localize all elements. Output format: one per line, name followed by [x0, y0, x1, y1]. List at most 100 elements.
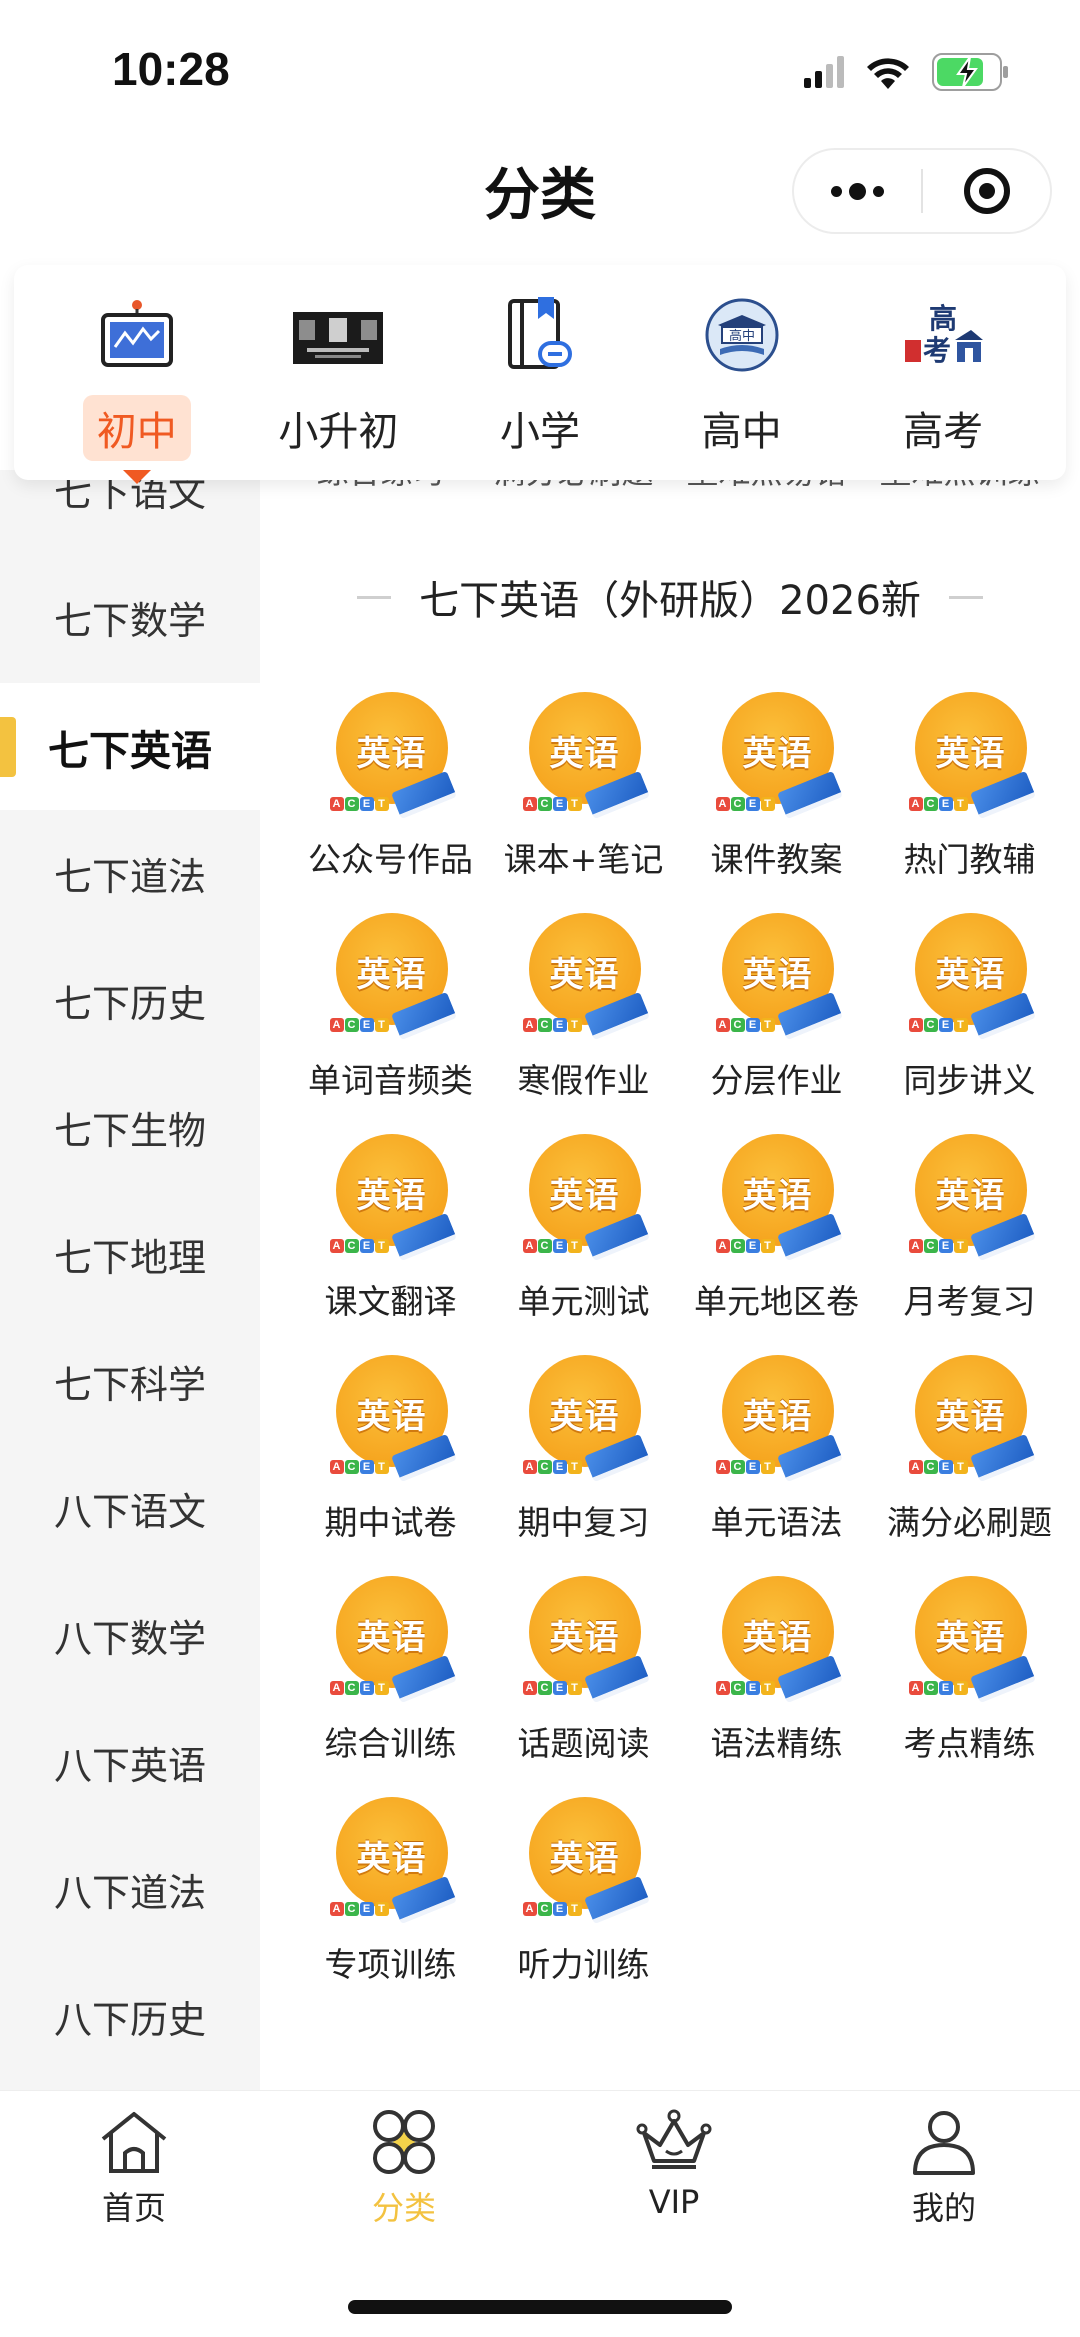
- user-icon: [913, 2111, 975, 2175]
- category-item-label: 公众号作品: [308, 840, 473, 879]
- category-item[interactable]: 英语 A C E T 热门教辅: [873, 690, 1066, 881]
- icon-word: 英语: [935, 1397, 1006, 1437]
- banner-image-icon: [290, 291, 386, 379]
- home-icon: [101, 2112, 167, 2173]
- category-item[interactable]: 英语 A C E T 课文翻译: [294, 1132, 487, 1323]
- english-book-icon: 英语 A C E T: [712, 690, 843, 820]
- sidebar-item-active[interactable]: 七下英语: [0, 683, 260, 810]
- more-button[interactable]: [794, 150, 921, 232]
- english-book-icon: 英语 A C E T: [519, 911, 650, 1041]
- signal-icon: [804, 56, 844, 88]
- icon-word: 英语: [935, 955, 1006, 995]
- category-item-label: 单词音频类: [308, 1061, 473, 1100]
- icon-word: 英语: [549, 734, 620, 774]
- battery-charging-icon: [932, 53, 1008, 91]
- icon-word: 英语: [935, 1176, 1006, 1216]
- tab-mine[interactable]: 我的: [844, 2109, 1044, 2229]
- svg-text:高: 高: [929, 302, 957, 335]
- category-item[interactable]: 英语 A C E T 分层作业: [680, 911, 873, 1102]
- sidebar-item[interactable]: 七下地理: [0, 1191, 260, 1318]
- sidebar-item[interactable]: 八下道法: [0, 1826, 260, 1953]
- tab-vip[interactable]: VIP: [574, 2109, 774, 2221]
- section-title-text: 七下英语（外研版）2026新: [419, 578, 921, 624]
- english-book-icon: 英语 A C E T: [519, 690, 650, 820]
- category-item[interactable]: 英语 A C E T 考点精练: [873, 1574, 1066, 1765]
- level-label: 高中: [701, 409, 782, 455]
- category-icon: [373, 2110, 435, 2174]
- category-item[interactable]: 英语 A C E T 单元地区卷: [680, 1132, 873, 1323]
- sidebar-item[interactable]: 七下生物: [0, 1064, 260, 1191]
- level-label: 小升初: [278, 409, 399, 455]
- home-indicator: [348, 2300, 732, 2314]
- category-item[interactable]: 英语 A C E T 满分必刷题: [873, 1353, 1066, 1544]
- category-item[interactable]: 英语 A C E T 公众号作品: [294, 690, 487, 881]
- english-book-icon: 英语 A C E T: [712, 911, 843, 1041]
- category-item[interactable]: 英语 A C E T 专项训练: [294, 1795, 487, 1986]
- category-item[interactable]: 英语 A C E T 寒假作业: [487, 911, 680, 1102]
- icon-word: 英语: [549, 1618, 620, 1658]
- tab-category[interactable]: 分类: [304, 2109, 504, 2229]
- category-item-label: 单元地区卷: [694, 1282, 859, 1321]
- sidebar-item[interactable]: 八下英语: [0, 1699, 260, 1826]
- category-item[interactable]: 英语 A C E T 话题阅读: [487, 1574, 680, 1765]
- category-item[interactable]: 英语 A C E T 课本+笔记: [487, 690, 680, 881]
- level-tab-junior[interactable]: 初中: [52, 265, 222, 484]
- category-item-label: 考点精练: [903, 1724, 1036, 1763]
- english-book-icon: 英语 A C E T: [326, 690, 457, 820]
- category-item[interactable]: 英语 A C E T 期中试卷: [294, 1353, 487, 1544]
- close-miniprogram-button[interactable]: [923, 150, 1050, 232]
- icon-word: 英语: [935, 734, 1006, 774]
- icon-word: 英语: [549, 955, 620, 995]
- icon-word: 英语: [742, 1176, 813, 1216]
- subject-sidebar[interactable]: 七下语文 七下数学 七下英语 七下道法 七下历史 七下生物 七下地理 七下科学 …: [0, 470, 260, 2090]
- icon-word: 英语: [549, 1839, 620, 1879]
- tab-home[interactable]: 首页: [34, 2109, 234, 2229]
- sidebar-item[interactable]: 七下科学: [0, 1318, 260, 1445]
- category-item-label: 单元语法: [710, 1503, 843, 1542]
- category-item[interactable]: 英语 A C E T 单元测试: [487, 1132, 680, 1323]
- english-book-icon: 英语 A C E T: [712, 1132, 843, 1262]
- sidebar-item[interactable]: 八下历史: [0, 1953, 260, 2080]
- more-dots-icon: [831, 182, 884, 200]
- category-item[interactable]: 英语 A C E T 期中复习: [487, 1353, 680, 1544]
- category-item[interactable]: 英语 A C E T 单词音频类: [294, 911, 487, 1102]
- category-item[interactable]: 英语 A C E T 综合训练: [294, 1574, 487, 1765]
- category-item[interactable]: 英语 A C E T 课件教案: [680, 690, 873, 881]
- category-item-label: 期中复习: [517, 1503, 650, 1542]
- level-tab-primary[interactable]: 小学: [455, 265, 625, 461]
- english-book-icon: 英语 A C E T: [519, 1353, 650, 1483]
- category-item-label: 期中试卷: [324, 1503, 457, 1542]
- level-tab-senior[interactable]: 高中 高中: [657, 265, 827, 461]
- sidebar-item[interactable]: 八下数学: [0, 1572, 260, 1699]
- sidebar-item[interactable]: 七下道法: [0, 810, 260, 937]
- sidebar-item[interactable]: 八下语文: [0, 1445, 260, 1572]
- level-tab-gaokao[interactable]: 高 考 高考: [858, 265, 1028, 461]
- status-bar: 10:28: [0, 0, 1080, 140]
- category-item[interactable]: 英语 A C E T 语法精练: [680, 1574, 873, 1765]
- title-dash-right: [948, 595, 983, 599]
- category-item-label: 单元测试: [517, 1282, 650, 1321]
- level-label: 小学: [499, 409, 580, 455]
- category-item[interactable]: 英语 A C E T 听力训练: [487, 1795, 680, 1986]
- level-tab-primary-to-junior[interactable]: 小升初: [253, 265, 423, 461]
- category-item[interactable]: 英语 A C E T 同步讲义: [873, 911, 1066, 1102]
- category-content[interactable]: 综合练习 满分必刷题 重难点易错 重难点训练 七下英语（外研版）2026新 英语…: [260, 470, 1080, 2090]
- sidebar-item[interactable]: 七下数学: [0, 554, 260, 681]
- icon-word: 英语: [742, 734, 813, 774]
- english-book-icon: 英语 A C E T: [905, 690, 1036, 820]
- icon-word: 英语: [356, 955, 427, 995]
- category-item[interactable]: 英语 A C E T 单元语法: [680, 1353, 873, 1544]
- icon-word: 英语: [549, 1397, 620, 1437]
- category-item-label: 满分必刷题: [887, 1503, 1052, 1542]
- active-caret: [122, 470, 151, 484]
- icon-word: 英语: [356, 734, 427, 774]
- english-book-icon: 英语 A C E T: [905, 1353, 1036, 1483]
- svg-text:高中: 高中: [729, 328, 755, 344]
- category-item[interactable]: 英语 A C E T 月考复习: [873, 1132, 1066, 1323]
- icon-word: 英语: [549, 1176, 620, 1216]
- sidebar-item[interactable]: 七下历史: [0, 937, 260, 1064]
- category-item-label: 分层作业: [710, 1061, 843, 1100]
- category-item-label: 语法精练: [710, 1724, 843, 1763]
- english-book-icon: 英语 A C E T: [712, 1574, 843, 1704]
- category-item-label: 课文翻译: [324, 1282, 457, 1321]
